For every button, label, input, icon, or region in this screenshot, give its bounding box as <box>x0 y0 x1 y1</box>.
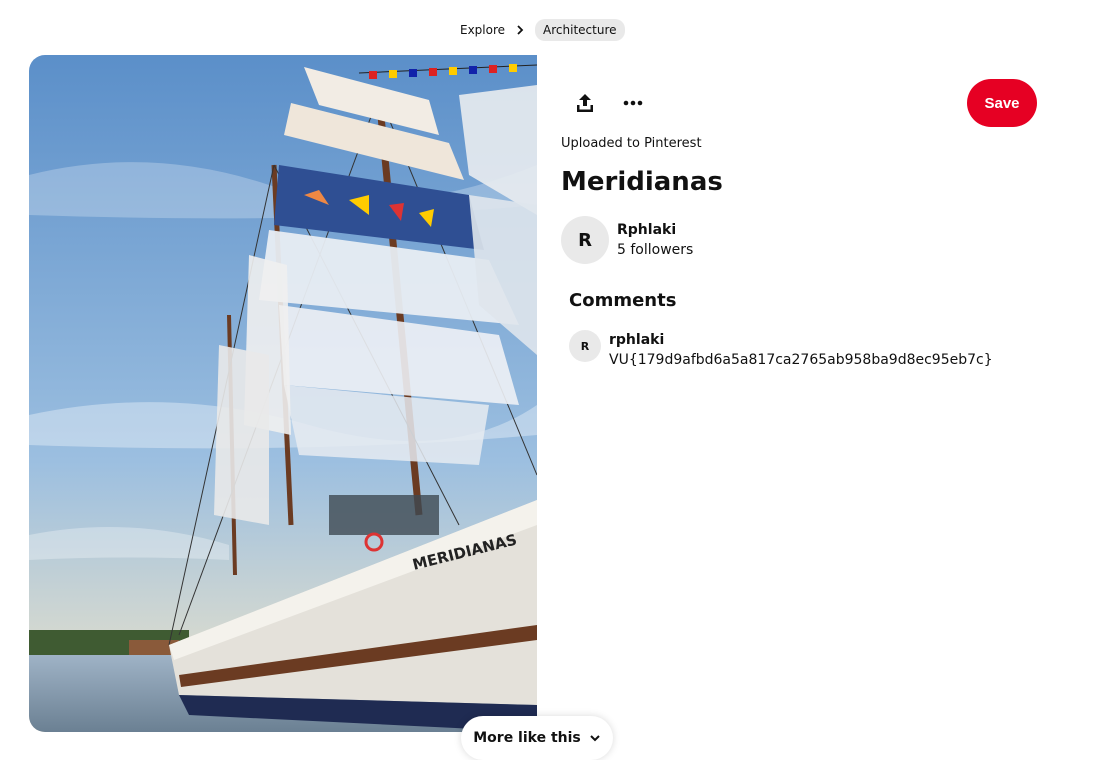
comment-text: VU{179d9afbd6a5a817ca2765ab958ba9d8ec95e… <box>609 352 993 368</box>
comment-item: R rphlaki VU{179d9afbd6a5a817ca2765ab958… <box>569 330 993 370</box>
author-info: Rphlaki 5 followers <box>617 220 693 260</box>
comment-body: rphlaki VU{179d9afbd6a5a817ca2765ab958ba… <box>609 330 993 370</box>
page-title: Meridianas <box>561 167 723 197</box>
breadcrumb: Explore Architecture <box>452 18 625 42</box>
chevron-down-icon <box>590 735 600 742</box>
comments-heading: Comments <box>569 290 677 311</box>
comment-author[interactable]: rphlaki <box>609 330 993 350</box>
more-like-this-button[interactable]: More like this <box>461 716 613 760</box>
share-button[interactable] <box>569 87 601 119</box>
comment-avatar[interactable]: R <box>569 330 601 362</box>
share-icon <box>577 94 593 112</box>
chevron-right-icon <box>513 23 527 37</box>
author-followers: 5 followers <box>617 242 694 258</box>
uploaded-source-text: Uploaded to Pinterest <box>561 136 702 151</box>
breadcrumb-explore-link[interactable]: Explore <box>452 23 513 37</box>
more-options-button[interactable] <box>617 87 649 119</box>
avatar[interactable]: R <box>561 216 609 264</box>
more-icon <box>623 100 643 106</box>
pin-image[interactable]: MERIDIANAS <box>29 55 537 732</box>
author-block[interactable]: R Rphlaki 5 followers <box>561 216 693 264</box>
breadcrumb-architecture-link[interactable]: Architecture <box>535 19 625 41</box>
save-button[interactable]: Save <box>967 79 1037 127</box>
author-name[interactable]: Rphlaki <box>617 220 693 240</box>
